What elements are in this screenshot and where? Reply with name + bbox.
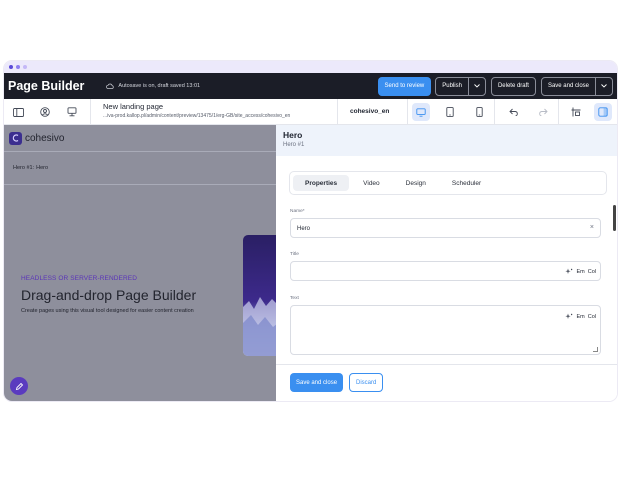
hero-title: Drag-and-drop Page Builder bbox=[21, 287, 197, 303]
save-close-button[interactable]: Save and close bbox=[542, 78, 595, 95]
preview-logo-text: cohesivo bbox=[25, 132, 65, 144]
text-field-tools: Em Col bbox=[565, 313, 596, 320]
redo-button[interactable] bbox=[534, 103, 552, 121]
title-field-tools: Em Col bbox=[565, 268, 596, 275]
panel-subtitle: Hero #1 bbox=[283, 142, 305, 148]
panel-tabs: Properties Video Design Scheduler bbox=[289, 171, 607, 195]
desktop-view-button[interactable] bbox=[412, 103, 430, 121]
page-info: New landing page ...iva-prod.kallop.pl/a… bbox=[103, 102, 290, 119]
text-field[interactable]: Em Col bbox=[290, 305, 601, 355]
col-tool-button[interactable]: Col bbox=[588, 314, 596, 320]
delete-draft-button[interactable]: Delete draft bbox=[490, 76, 536, 96]
panel-header: Hero Hero #1 bbox=[276, 125, 617, 156]
tab-scheduler[interactable]: Scheduler bbox=[440, 175, 493, 191]
text-field-label: Text bbox=[290, 296, 299, 301]
desktop-icon bbox=[416, 107, 426, 117]
tab-properties[interactable]: Properties bbox=[293, 175, 350, 191]
save-menu-button[interactable] bbox=[596, 78, 612, 95]
editor-main: cohesivo Hero #1: Hero HEADLESS OR SERVE… bbox=[4, 125, 617, 401]
breadcrumb-value: Hero bbox=[36, 165, 49, 171]
publish-split-button: Publish bbox=[435, 76, 486, 96]
name-field[interactable]: Hero × bbox=[290, 218, 601, 238]
title-field[interactable]: Em Col bbox=[290, 261, 601, 281]
undo-button[interactable] bbox=[505, 103, 523, 121]
save-close-split-button: Save and close bbox=[540, 76, 613, 96]
chevron-down-icon bbox=[474, 84, 480, 88]
name-field-label: Name* bbox=[290, 209, 305, 214]
pencil-icon bbox=[15, 382, 23, 390]
hero-image bbox=[243, 235, 276, 356]
em-tool-button[interactable]: Em bbox=[576, 269, 584, 275]
send-to-review-button[interactable]: Send to review bbox=[377, 76, 432, 96]
edit-fab-button[interactable] bbox=[10, 377, 28, 395]
panel-title: Hero bbox=[283, 130, 303, 140]
undo-icon bbox=[509, 108, 518, 116]
cloud-icon bbox=[106, 83, 115, 89]
page-preview[interactable]: cohesivo Hero #1: Hero HEADLESS OR SERVE… bbox=[4, 125, 276, 401]
toolbar-divider bbox=[558, 99, 559, 125]
hero-subtitle: Create pages using this visual tool desi… bbox=[21, 308, 194, 314]
page-title: New landing page bbox=[103, 102, 164, 111]
properties-panel: Hero Hero #1 Properties Video Design Sch… bbox=[276, 125, 617, 401]
panel-icon bbox=[598, 107, 608, 117]
language-selector[interactable]: cohesivo_en bbox=[350, 108, 389, 115]
ai-sparkle-icon[interactable] bbox=[565, 268, 573, 275]
window-dot-2 bbox=[16, 65, 20, 69]
panel-scrollbar[interactable] bbox=[613, 205, 616, 231]
discard-button[interactable]: Discard bbox=[349, 373, 384, 392]
toolbar-divider bbox=[90, 99, 91, 125]
col-tool-button[interactable]: Col bbox=[588, 269, 596, 275]
app-window: Page Builder Autosave is on, draft saved… bbox=[4, 61, 617, 401]
toolbar-divider bbox=[337, 99, 338, 125]
autosave-status: Autosave is on, draft saved 13:01 bbox=[106, 83, 200, 89]
app-title: Page Builder bbox=[8, 79, 85, 93]
window-dot-1 bbox=[9, 65, 13, 69]
publish-button[interactable]: Publish bbox=[436, 78, 468, 95]
page-url[interactable]: ...iva-prod.kallop.pl/admin/content/prev… bbox=[103, 113, 290, 119]
panel-toggle-button[interactable] bbox=[594, 103, 612, 121]
window-dot-3 bbox=[23, 65, 27, 69]
structure-icon bbox=[571, 107, 581, 117]
tab-video[interactable]: Video bbox=[351, 175, 392, 191]
panel-save-close-button[interactable]: Save and close bbox=[290, 373, 344, 392]
tablet-view-button[interactable] bbox=[441, 103, 459, 121]
clear-icon[interactable]: × bbox=[590, 224, 594, 231]
autosave-text: Autosave is on, draft saved 13:01 bbox=[118, 83, 201, 89]
structure-button[interactable] bbox=[567, 103, 585, 121]
preview-monitor-icon[interactable] bbox=[63, 103, 81, 121]
ai-sparkle-icon[interactable] bbox=[565, 313, 573, 320]
resize-handle-icon[interactable] bbox=[593, 347, 598, 352]
editor-toolbar: New landing page ...iva-prod.kallop.pl/a… bbox=[4, 99, 617, 125]
preview-header: cohesivo bbox=[4, 125, 276, 151]
tablet-icon bbox=[446, 107, 454, 117]
name-field-value: Hero bbox=[297, 226, 311, 232]
mobile-icon bbox=[475, 107, 483, 117]
tab-design[interactable]: Design bbox=[394, 175, 438, 191]
sidebar-toggle-icon[interactable] bbox=[9, 103, 27, 121]
toolbar-divider bbox=[407, 99, 408, 125]
breadcrumb-label: Hero #1: bbox=[13, 165, 35, 171]
redo-icon bbox=[539, 108, 548, 116]
toolbar-divider bbox=[494, 99, 495, 125]
top-bar: Page Builder Autosave is on, draft saved… bbox=[4, 73, 617, 99]
window-titlebar bbox=[4, 61, 617, 73]
publish-menu-button[interactable] bbox=[469, 78, 485, 95]
cohesivo-logo-icon bbox=[9, 131, 22, 145]
chevron-down-icon bbox=[601, 84, 607, 88]
component-breadcrumb: Hero #1: Hero bbox=[4, 151, 276, 185]
user-settings-icon[interactable] bbox=[36, 103, 54, 121]
title-field-label: Title bbox=[290, 252, 299, 257]
panel-footer: Save and close Discard bbox=[276, 364, 617, 401]
hero-kicker: HEADLESS OR SERVER-RENDERED bbox=[21, 275, 137, 282]
mobile-view-button[interactable] bbox=[470, 103, 488, 121]
em-tool-button[interactable]: Em bbox=[576, 314, 584, 320]
